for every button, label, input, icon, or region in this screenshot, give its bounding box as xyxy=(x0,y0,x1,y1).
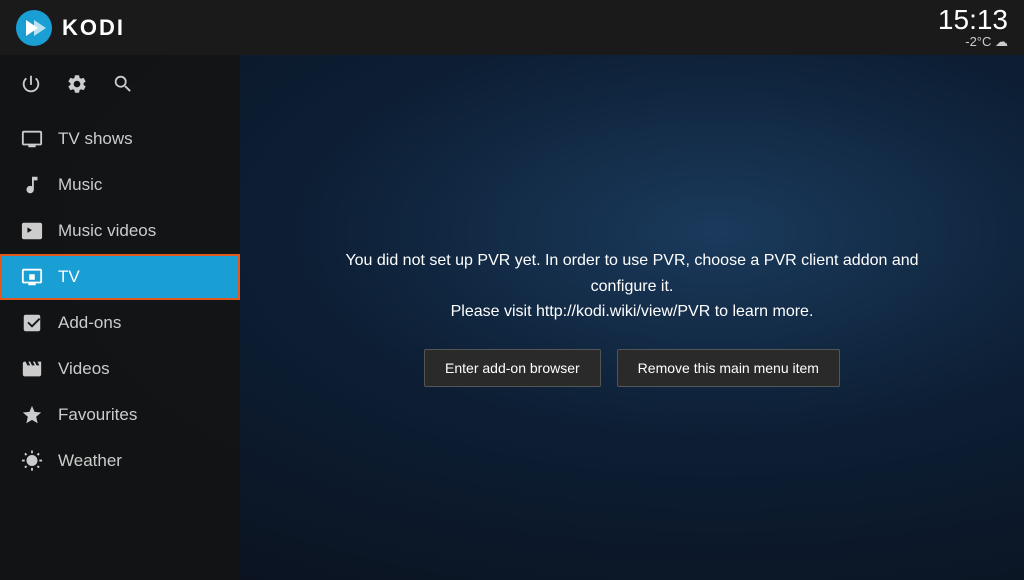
content-area: TV shows Music Music videos xyxy=(0,55,1024,580)
sidebar-item-label: Music videos xyxy=(58,221,156,241)
sidebar-item-label: Weather xyxy=(58,451,122,471)
videos-icon xyxy=(20,357,44,381)
kodi-logo-icon xyxy=(16,10,52,46)
sidebar-item-weather[interactable]: Weather xyxy=(0,438,240,484)
sidebar-item-addons[interactable]: Add-ons xyxy=(0,300,240,346)
weather-icon xyxy=(20,449,44,473)
addons-icon xyxy=(20,311,44,335)
music-icon xyxy=(20,173,44,197)
sidebar-controls xyxy=(0,63,240,116)
header: KODI 15:13 -2°C ☁ xyxy=(0,0,1024,55)
sidebar: TV shows Music Music videos xyxy=(0,55,240,580)
sidebar-item-label: TV shows xyxy=(58,129,133,149)
sidebar-item-label: Videos xyxy=(58,359,110,379)
pvr-message: You did not set up PVR yet. In order to … xyxy=(332,248,932,325)
main-content: You did not set up PVR yet. In order to … xyxy=(240,55,1024,580)
power-icon[interactable] xyxy=(20,73,42,100)
sidebar-item-label: Music xyxy=(58,175,102,195)
app-title: KODI xyxy=(62,15,125,41)
header-left: KODI xyxy=(16,10,125,46)
remove-menu-item-button[interactable]: Remove this main menu item xyxy=(617,349,840,387)
enter-addon-browser-button[interactable]: Enter add-on browser xyxy=(424,349,601,387)
tv-shows-icon xyxy=(20,127,44,151)
sidebar-item-label: Add-ons xyxy=(58,313,121,333)
sidebar-item-music-videos[interactable]: Music videos xyxy=(0,208,240,254)
settings-icon[interactable] xyxy=(66,73,88,100)
music-videos-icon xyxy=(20,219,44,243)
sidebar-item-tv-shows[interactable]: TV shows xyxy=(0,116,240,162)
sidebar-item-tv[interactable]: TV xyxy=(0,254,240,300)
pvr-buttons: Enter add-on browser Remove this main me… xyxy=(424,349,840,387)
search-icon[interactable] xyxy=(112,73,134,100)
pvr-dialog: You did not set up PVR yet. In order to … xyxy=(332,248,932,387)
sidebar-item-label: TV xyxy=(58,267,80,287)
header-right: 15:13 -2°C ☁ xyxy=(938,6,1008,50)
weather-display: -2°C ☁ xyxy=(965,34,1008,50)
tv-live-icon xyxy=(20,265,44,289)
clock-display: 15:13 xyxy=(938,6,1008,34)
sidebar-item-label: Favourites xyxy=(58,405,137,425)
star-icon xyxy=(20,403,44,427)
sidebar-item-music[interactable]: Music xyxy=(0,162,240,208)
sidebar-item-favourites[interactable]: Favourites xyxy=(0,392,240,438)
sidebar-menu: TV shows Music Music videos xyxy=(0,116,240,484)
sidebar-item-videos[interactable]: Videos xyxy=(0,346,240,392)
